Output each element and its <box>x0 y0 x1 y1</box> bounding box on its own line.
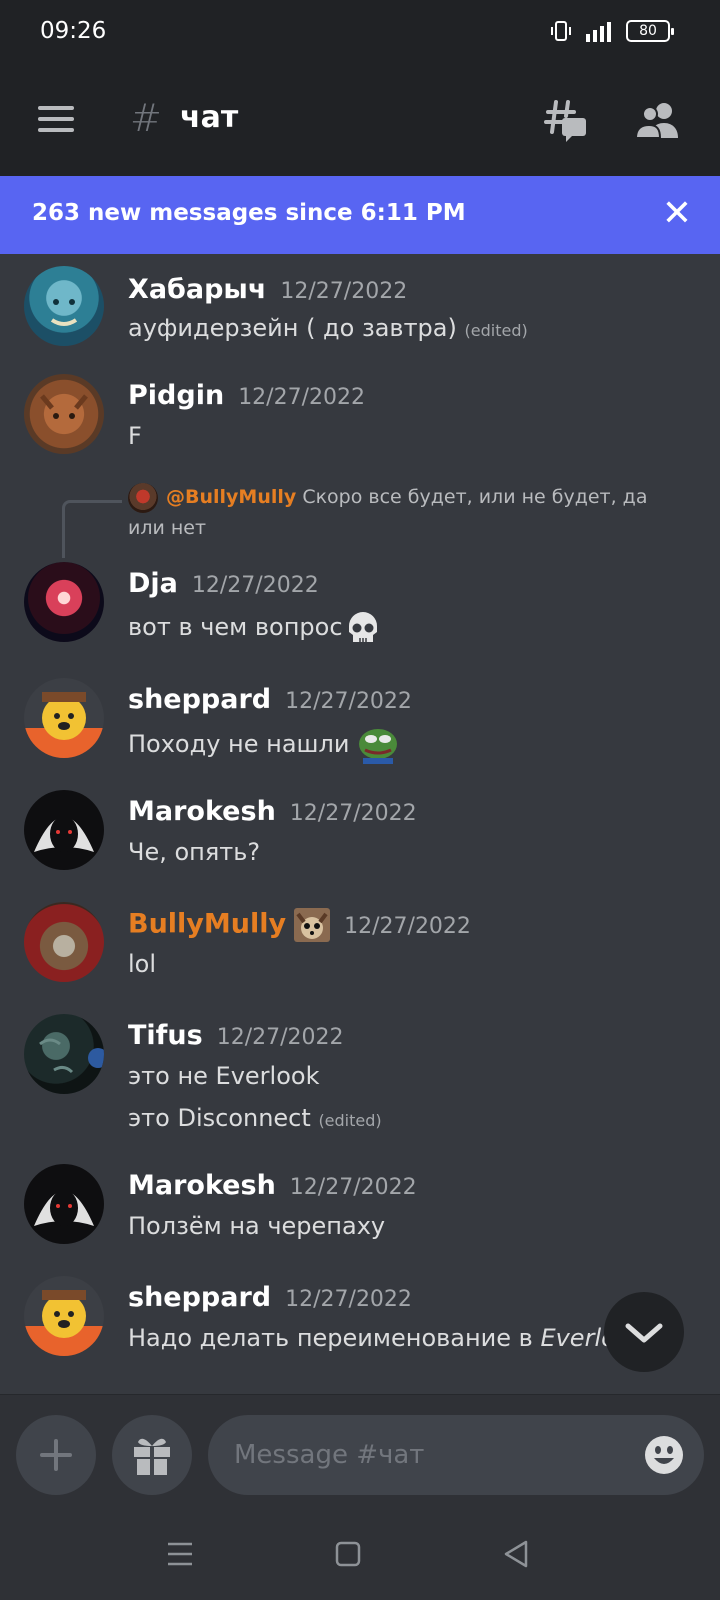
message-author[interactable]: sheppard 12/27/2022 <box>128 1282 412 1313</box>
chihuahua-badge-icon <box>294 908 331 942</box>
message-input[interactable] <box>234 1433 624 1477</box>
message-timestamp: 12/27/2022 <box>191 573 319 598</box>
edited-label: (edited) <box>318 1111 382 1130</box>
message-author[interactable]: Tifus 12/27/2022 <box>128 1020 344 1051</box>
message-composer <box>0 1394 720 1506</box>
avatar[interactable] <box>24 266 104 346</box>
avatar[interactable] <box>24 374 104 454</box>
message-timestamp: 12/27/2022 <box>289 801 417 826</box>
message-text: ауфидерзейн ( до завтра) (edited) <box>128 314 528 342</box>
home-icon[interactable] <box>328 1534 368 1574</box>
message-author[interactable]: BullyMully 12/27/2022 <box>128 908 471 942</box>
vibrate-icon <box>551 21 571 41</box>
message-text: Че, опять? <box>128 838 261 866</box>
message-author[interactable]: Marokesh 12/27/2022 <box>128 1170 417 1201</box>
message-timestamp: 12/27/2022 <box>285 689 412 714</box>
gift-icon <box>134 1438 170 1475</box>
message-text: Ползём на черепаху <box>128 1212 386 1240</box>
message-timestamp: 12/27/2022 <box>285 1287 412 1312</box>
message-input-wrapper <box>208 1415 704 1495</box>
message-author[interactable]: Pidgin 12/27/2022 <box>128 380 365 411</box>
recent-apps-icon[interactable] <box>160 1534 200 1574</box>
message-text: lol <box>128 950 157 978</box>
message-timestamp: 12/27/2022 <box>216 1025 344 1050</box>
message-text: Походу не нашли <box>128 726 399 764</box>
reply-preview[interactable]: @BullyMully Скоро все будет, или не буде… <box>128 482 658 544</box>
system-nav-bar <box>0 1506 720 1600</box>
gift-button[interactable] <box>112 1415 192 1495</box>
italic-text: Everloop <box>540 1324 608 1352</box>
avatar[interactable] <box>24 1164 104 1244</box>
new-messages-banner[interactable]: 263 new messages since 6:11 PM ✕ <box>0 176 720 254</box>
message-timestamp: 12/27/2022 <box>238 385 365 410</box>
status-icons: 80 <box>550 20 674 42</box>
avatar[interactable] <box>24 902 104 982</box>
skull-emoji <box>348 612 377 642</box>
jump-to-present-button[interactable] <box>604 1292 684 1372</box>
message-author[interactable]: Dja 12/27/2022 <box>128 568 319 599</box>
signal-icon <box>586 22 611 42</box>
battery-indicator: 80 <box>626 20 674 42</box>
threads-icon[interactable] <box>540 96 588 144</box>
message-list[interactable]: Хабарыч 12/27/2022 ауфидерзейн ( до завтр… <box>0 254 720 1394</box>
plus-icon <box>40 1439 72 1471</box>
avatar[interactable] <box>24 1276 104 1356</box>
avatar[interactable] <box>24 1014 104 1094</box>
close-icon[interactable]: ✕ <box>662 194 692 234</box>
message-text: Надо делать переименование в Everloop <box>128 1324 608 1352</box>
status-bar: 09:26 80 <box>0 0 720 66</box>
reply-connector <box>62 500 122 558</box>
members-icon[interactable] <box>636 100 680 140</box>
pepe-emoji <box>359 729 398 764</box>
menu-icon[interactable] <box>38 106 74 132</box>
back-icon[interactable] <box>496 1534 536 1574</box>
avatar[interactable] <box>24 678 104 758</box>
channel-title: чат <box>180 100 239 135</box>
message-timestamp: 12/27/2022 <box>344 913 471 939</box>
message-timestamp: 12/27/2022 <box>289 1175 417 1200</box>
emoji-picker-icon[interactable] <box>644 1435 684 1475</box>
message-text: это Disconnect (edited) <box>128 1104 382 1132</box>
reply-mention[interactable]: @BullyMully <box>166 486 296 508</box>
avatar[interactable] <box>24 790 104 870</box>
hash-icon: # <box>130 96 162 140</box>
chevron-down-icon <box>625 1323 663 1343</box>
message-text: F <box>128 422 142 450</box>
avatar[interactable] <box>24 562 104 642</box>
message-author[interactable]: Marokesh 12/27/2022 <box>128 796 417 827</box>
message-author[interactable]: sheppard 12/27/2022 <box>128 684 412 715</box>
message-timestamp: 12/27/2022 <box>280 279 408 304</box>
new-messages-text: 263 new messages since 6:11 PM <box>32 200 466 226</box>
edited-label: (edited) <box>464 321 528 340</box>
message-text: это не Everlook <box>128 1062 320 1090</box>
message-author[interactable]: Хабарыч 12/27/2022 <box>128 274 407 305</box>
reply-avatar <box>128 482 158 513</box>
channel-header: # чат <box>0 66 720 176</box>
message-text: вот в чем вопрос <box>128 608 383 648</box>
clock: 09:26 <box>40 18 107 44</box>
attach-button[interactable] <box>16 1415 96 1495</box>
